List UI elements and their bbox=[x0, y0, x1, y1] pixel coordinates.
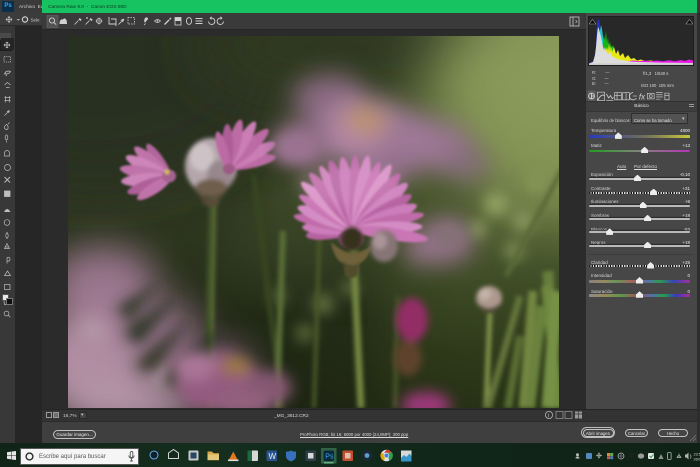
svg-text:23:5: 23:5 bbox=[694, 453, 700, 457]
svg-text:i: i bbox=[548, 413, 549, 419]
svg-text:W: W bbox=[269, 452, 277, 461]
svg-text:Sele: Sele bbox=[31, 18, 41, 23]
svg-text:Ps: Ps bbox=[325, 454, 334, 461]
svg-text:26/0: 26/0 bbox=[694, 458, 700, 462]
